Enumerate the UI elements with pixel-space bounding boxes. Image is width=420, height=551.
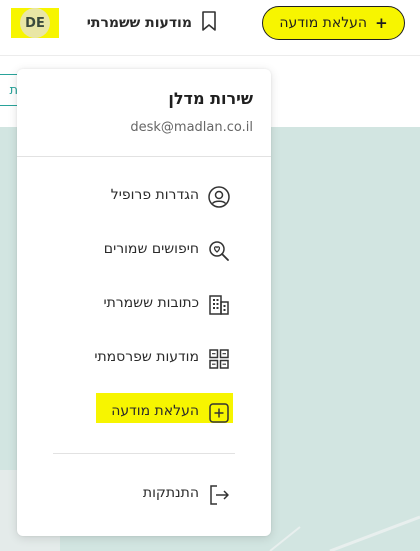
menu-item-label: מודעות שפרסמתי (94, 349, 199, 365)
menu-item-logout[interactable]: התנתקות (17, 477, 271, 511)
menu-item-label: התנתקות (142, 485, 199, 501)
menu-user-email: desk@madlan.co.il (130, 120, 253, 135)
menu-item-label: הגדרות פרופיל (110, 187, 199, 203)
menu-item-saved-searches[interactable]: חיפושים שמורים (17, 233, 271, 267)
user-avatar[interactable]: DE (20, 8, 50, 38)
saved-ads-label: מודעות ששמרתי (86, 15, 192, 31)
menu-item-profile-settings[interactable]: הגדרות פרופיל (17, 179, 271, 213)
logout-icon (207, 483, 231, 507)
plus-icon: + (375, 14, 388, 32)
menu-divider (53, 453, 235, 454)
upload-ad-label: העלאת מודעה (279, 15, 368, 31)
menu-divider (17, 156, 271, 157)
plus-square-icon (207, 401, 231, 425)
user-menu: שירות מדלן desk@madlan.co.il הגדרות פרופ… (17, 69, 271, 536)
upload-ad-button[interactable]: + העלאת מודעה (262, 6, 405, 40)
menu-item-label: כתובות ששמרתי (103, 295, 199, 311)
building-icon (207, 293, 231, 317)
saved-search-icon (207, 239, 231, 263)
menu-item-my-published-ads[interactable]: מודעות שפרסמתי (17, 341, 271, 375)
user-circle-icon (207, 185, 231, 209)
menu-user-name: שירות מדלן (168, 89, 253, 108)
menu-item-upload-ad[interactable]: העלאת מודעה (17, 395, 271, 429)
grid-icon (207, 347, 231, 371)
top-header: + העלאת מודעה מודעות ששמרתי DE (0, 0, 420, 56)
bookmark-icon (200, 10, 218, 36)
menu-item-saved-addresses[interactable]: כתובות ששמרתי (17, 287, 271, 321)
menu-item-label: העלאת מודעה (111, 403, 199, 419)
saved-ads-link[interactable]: מודעות ששמרתי (72, 10, 218, 36)
menu-item-label: חיפושים שמורים (103, 241, 199, 257)
